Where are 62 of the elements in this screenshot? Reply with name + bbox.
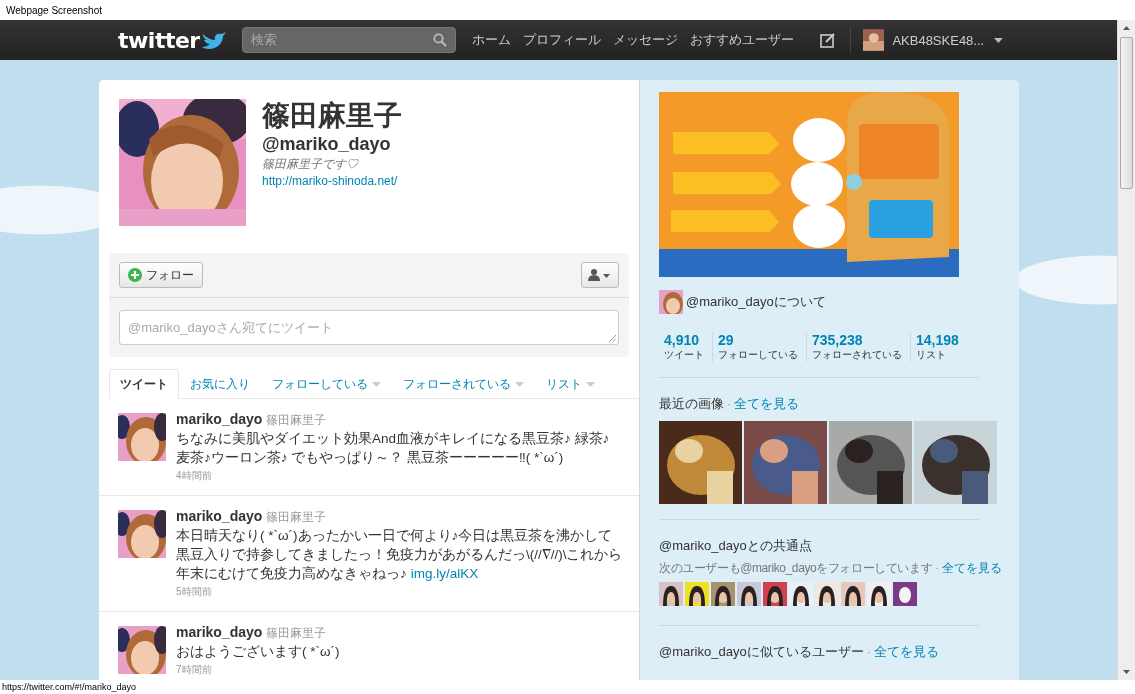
stat-value[interactable]: 29 <box>718 332 798 348</box>
search-field[interactable]: 検索 <box>241 27 456 53</box>
section-subtitle: 次のユーザーも@mariko_dayoをフォローしています <box>659 560 933 577</box>
tab[interactable]: お気に入り <box>179 369 261 398</box>
account-name[interactable]: AKB48SKE48... <box>892 32 985 48</box>
tweet-text: 本日晴天なり( *`ω´)あったかい一日で何より♪今日は黒豆茶を沸かして黒豆入りで持参してきましたっ！免疫力があがるんだっ\(//∇//)\これから年末にむけて免疫力高めなきゃねっ♪ img.ly/alKX <box>176 527 623 583</box>
follow-button[interactable]: フォロー <box>119 262 203 288</box>
tweet-link[interactable]: img.ly/alKX <box>410 566 479 581</box>
nav-link[interactable]: おすすめユーザー <box>689 31 794 49</box>
nav-link[interactable]: ホーム <box>471 31 511 49</box>
stat-label[interactable]: フォローされている <box>812 348 902 362</box>
see-all-link[interactable]: 全てを見る <box>734 395 799 413</box>
separator-dot: · <box>866 645 871 659</box>
stat-label[interactable]: リスト <box>916 348 959 362</box>
tweet-time[interactable]: 5時間前 <box>176 585 623 599</box>
stat-label[interactable]: ツイート <box>664 348 704 362</box>
tweet-display-name: 篠田麻里子 <box>266 412 327 429</box>
nav-link[interactable]: メッセージ <box>612 31 678 49</box>
tweet-username[interactable]: mariko_dayo <box>176 411 263 427</box>
tab[interactable]: ツイート <box>109 369 179 399</box>
scrollbar[interactable] <box>1117 20 1135 680</box>
tweet-username[interactable]: mariko_dayo <box>176 624 263 640</box>
plus-icon <box>128 268 142 282</box>
nav-link[interactable]: プロフィール <box>522 31 601 49</box>
stat-value[interactable]: 735,238 <box>812 332 902 348</box>
section-title: @mariko_dayoに似ているユーザー <box>659 643 864 661</box>
bird-icon <box>200 30 227 50</box>
see-all-link[interactable]: 全てを見る <box>873 643 939 661</box>
compose-icon[interactable] <box>819 32 836 48</box>
tweet-time[interactable]: 4時間前 <box>176 469 623 483</box>
scrollbar-thumb[interactable] <box>1120 37 1133 189</box>
separator-dot: · <box>727 397 731 411</box>
status-url: https://twitter.com/#!/mariko_dayo <box>2 682 137 692</box>
tweet-username[interactable]: mariko_dayo <box>176 508 263 524</box>
tweet-time[interactable]: 7時間前 <box>176 663 623 677</box>
tweet-text: ちなみに美肌やダイエット効果And血液がキレイになる黒豆茶♪ 緑茶♪麦茶♪ウーロン茶♪ でもやっぱり～？ 黒豆茶ーーーーー‼( *`ω´) <box>176 430 611 467</box>
caret-icon[interactable] <box>994 37 1003 43</box>
stat-value[interactable]: 4,910 <box>664 332 704 348</box>
stat-value[interactable]: 14,198 <box>916 332 959 348</box>
tab[interactable]: リスト <box>535 369 606 398</box>
user-menu-button[interactable] <box>581 262 619 288</box>
stat-label[interactable]: フォローしている <box>718 348 798 362</box>
search-icon[interactable] <box>432 33 447 47</box>
separator-dot: · <box>935 561 940 575</box>
window-title: Webpage Screenshot <box>6 4 102 16</box>
tweet-input[interactable]: @mariko_dayoさん宛てにツイート <box>119 310 619 345</box>
about-heading: @mariko_dayoについて <box>686 293 826 311</box>
person-icon <box>588 269 612 281</box>
tweet-display-name: 篠田麻里子 <box>266 625 327 642</box>
logo[interactable]: twitter <box>118 27 200 53</box>
profile-link[interactable]: http://mariko-shinoda.net/ <box>262 173 402 189</box>
see-all-link[interactable]: 全てを見る <box>942 560 1003 577</box>
resize-grip-icon[interactable] <box>609 335 616 342</box>
tweet-text: おはようございます( *`ω´) <box>176 643 341 661</box>
section-title: @mariko_dayoとの共通点 <box>659 537 812 555</box>
tab[interactable]: フォローされている <box>392 369 535 398</box>
profile-bio: 篠田麻里子です♡ <box>262 156 360 173</box>
tweet-display-name: 篠田麻里子 <box>266 509 327 526</box>
profile-name: 篠田麻里子 <box>262 99 402 133</box>
profile-handle: @mariko_dayo <box>262 133 392 155</box>
tab[interactable]: フォローしている <box>261 369 392 398</box>
section-title: 最近の画像 <box>659 395 724 413</box>
